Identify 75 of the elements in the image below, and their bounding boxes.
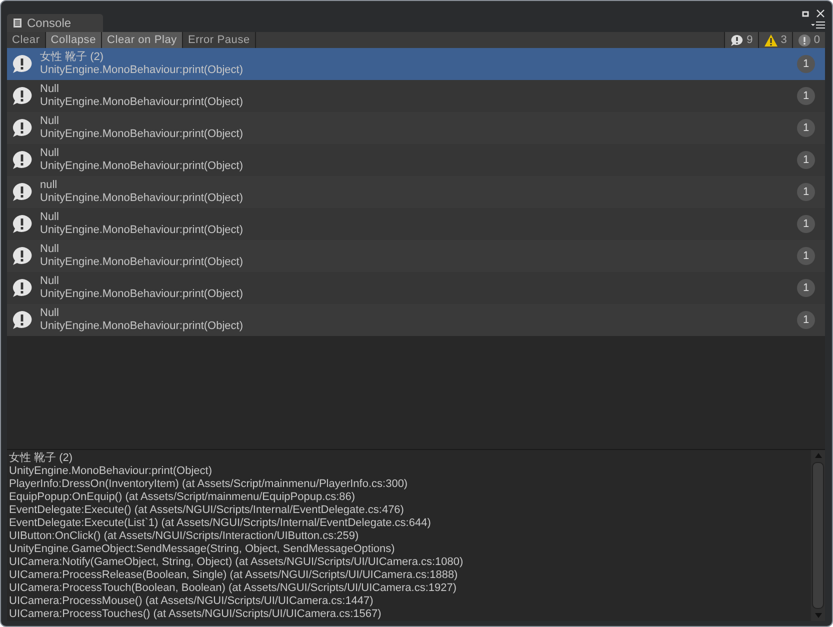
up-arrow-icon[interactable] — [814, 453, 822, 458]
speech-bubble-icon — [11, 278, 33, 298]
log-message: Null — [40, 307, 60, 320]
speech-bubble-icon — [11, 86, 33, 106]
stack-trace-line: UICamera:ProcessTouch(Boolean, Boolean) (at Assets/NGUI/Scripts/UI/UICamera.cs:1927) — [9, 582, 458, 595]
log-source: UnityEngine.MonoBehaviour:print(Object) — [40, 64, 244, 77]
log-message: Null — [40, 147, 60, 160]
scrollbar[interactable] — [811, 450, 825, 621]
speech-bubble-icon — [11, 150, 33, 170]
scroll-thumb[interactable] — [812, 462, 824, 609]
log-source: UnityEngine.MonoBehaviour:print(Object) — [40, 320, 244, 333]
stack-trace-line: EquipPopup:OnEquip() (at Assets/Script/mainmenu/EquipPopup.cs:86) — [9, 491, 356, 504]
down-arrow-icon[interactable] — [814, 613, 822, 618]
log-source: UnityEngine.MonoBehaviour:print(Object) — [40, 192, 244, 205]
toolbar-button[interactable]: Clear on Play — [102, 32, 183, 48]
menu-icon[interactable] — [811, 21, 825, 29]
stack-trace-line: UICamera:Notify(GameObject, String, Object) (at Assets/NGUI/Scripts/UI/UICamera.cs:1080) — [9, 556, 464, 569]
log-message: null — [40, 179, 58, 192]
log-entry[interactable]: Null UnityEngine.MonoBehaviour:print(Object) 1 — [7, 208, 825, 240]
stack-trace-line: 女性 靴子 (2) — [9, 452, 74, 465]
count-badge: 1 — [797, 183, 815, 201]
log-entry[interactable]: Null UnityEngine.MonoBehaviour:print(Object) 1 — [7, 304, 825, 336]
close-icon[interactable] — [816, 9, 825, 18]
stack-trace-line: UICamera:ProcessTouches() (at Assets/NGUI/Scripts/UI/UICamera.cs:1567) — [9, 608, 382, 621]
warning-icon — [764, 34, 778, 46]
log-message: Null — [40, 115, 60, 128]
stack-trace-line: EventDelegate:Execute() (at Assets/NGUI/Scripts/Internal/EventDelegate.cs:476) — [9, 504, 405, 517]
log-message: Null — [40, 243, 60, 256]
stack-trace-line: PlayerInfo:DressOn(InventoryItem) (at Assets/Script/mainmenu/PlayerInfo.cs:300) — [9, 478, 409, 491]
log-message: Null — [40, 211, 60, 224]
count-badge: 1 — [797, 119, 815, 137]
speech-bubble-icon — [11, 246, 33, 266]
speech-bubble-icon — [11, 118, 33, 138]
log-source: UnityEngine.MonoBehaviour:print(Object) — [40, 288, 244, 301]
log-source: UnityEngine.MonoBehaviour:print(Object) — [40, 128, 244, 141]
log-entry[interactable]: Null UnityEngine.MonoBehaviour:print(Object) 1 — [7, 272, 825, 304]
counter-toggle[interactable]: 0 — [792, 32, 825, 48]
count-badge: 1 — [797, 151, 815, 169]
log-source: UnityEngine.MonoBehaviour:print(Object) — [40, 256, 244, 269]
stack-trace-line: EventDelegate:Execute(List`1) (at Assets/NGUI/Scripts/Internal/EventDelegate.cs:644) — [9, 517, 432, 530]
count-badge: 1 — [797, 279, 815, 297]
speech-bubble-icon — [11, 214, 33, 234]
log-entry[interactable]: null UnityEngine.MonoBehaviour:print(Object) 1 — [7, 176, 825, 208]
speech-bubble-icon — [11, 54, 33, 74]
log-source: UnityEngine.MonoBehaviour:print(Object) — [40, 96, 244, 109]
log-entry[interactable]: Null UnityEngine.MonoBehaviour:print(Object) 1 — [7, 144, 825, 176]
count-badge: 1 — [797, 215, 815, 233]
count-badge: 1 — [797, 247, 815, 265]
speech-bubble-icon — [11, 182, 33, 202]
log-entry[interactable]: Null UnityEngine.MonoBehaviour:print(Object) 1 — [7, 112, 825, 144]
console-icon — [13, 18, 22, 28]
speech-bubble-icon — [730, 34, 744, 46]
toolbar-button[interactable]: Collapse — [46, 32, 102, 48]
error-icon — [798, 34, 811, 46]
console-tab[interactable]: Console — [7, 14, 103, 32]
maximize-icon[interactable] — [802, 10, 810, 18]
stack-trace-line: UnityEngine.MonoBehaviour:print(Object) — [9, 465, 213, 478]
stack-trace-line: UICamera:ProcessRelease(Boolean, Single) (at Assets/NGUI/Scripts/UI/UICamera.cs:1888) — [9, 569, 459, 582]
speech-bubble-icon — [11, 310, 33, 330]
stack-trace-line: UICamera:ProcessMouse() (at Assets/NGUI/Scripts/UI/UICamera.cs:1447) — [9, 595, 374, 608]
log-entry[interactable]: 女性 靴子 (2) UnityEngine.MonoBehaviour:print(Object) 1 — [7, 48, 825, 80]
log-entry[interactable]: Null UnityEngine.MonoBehaviour:print(Object) 1 — [7, 80, 825, 112]
count-badge: 1 — [797, 55, 815, 73]
log-message: 女性 靴子 (2) — [40, 51, 105, 64]
log-entry[interactable]: Null UnityEngine.MonoBehaviour:print(Object) 1 — [7, 240, 825, 272]
counter-toggle[interactable]: 9 — [724, 32, 758, 48]
log-message: Null — [40, 83, 60, 96]
log-source: UnityEngine.MonoBehaviour:print(Object) — [40, 224, 244, 237]
log-message: Null — [40, 275, 60, 288]
log-source: UnityEngine.MonoBehaviour:print(Object) — [40, 160, 244, 173]
count-badge: 1 — [797, 311, 815, 329]
stack-trace-line: UIButton:OnClick() (at Assets/NGUI/Scripts/Interaction/UIButton.cs:259) — [9, 530, 360, 543]
count-badge: 1 — [797, 87, 815, 105]
stack-trace-line: UnityEngine.GameObject:SendMessage(String, Object, SendMessageOptions) — [9, 543, 396, 556]
counter-toggle[interactable]: 3 — [758, 32, 792, 48]
